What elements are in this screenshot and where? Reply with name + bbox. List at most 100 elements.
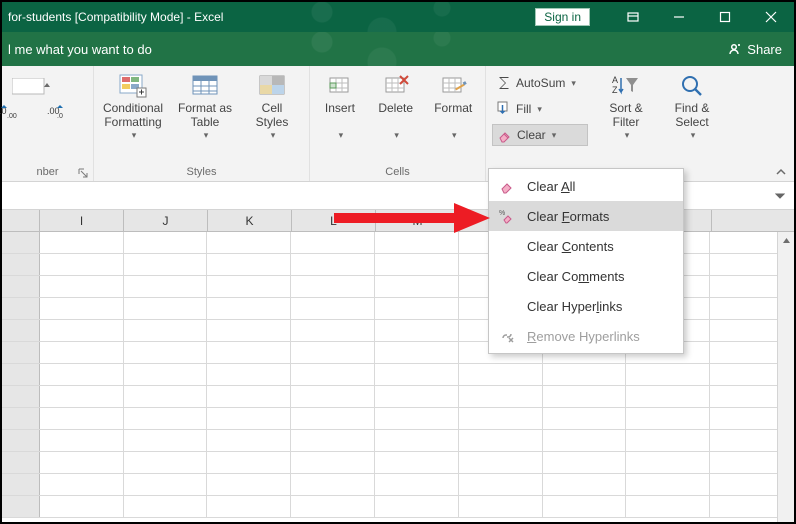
cell[interactable] bbox=[40, 408, 124, 429]
format-as-table-button[interactable]: Format as Table▾ bbox=[172, 70, 238, 140]
cell[interactable] bbox=[459, 452, 543, 473]
column-header[interactable]: K bbox=[208, 210, 292, 231]
cell[interactable] bbox=[291, 276, 375, 297]
share-button[interactable]: Share bbox=[727, 42, 782, 57]
cell[interactable] bbox=[626, 430, 710, 451]
cell[interactable] bbox=[40, 452, 124, 473]
tell-me-prompt[interactable]: l me what you want to do bbox=[8, 42, 152, 57]
cell[interactable] bbox=[543, 430, 627, 451]
cell[interactable] bbox=[207, 298, 291, 319]
cell[interactable] bbox=[124, 386, 208, 407]
cell[interactable] bbox=[40, 298, 124, 319]
cell[interactable] bbox=[124, 430, 208, 451]
clear-menu-item[interactable]: Clear Comments bbox=[489, 261, 683, 291]
clear-menu-item[interactable]: Clear All bbox=[489, 171, 683, 201]
cell[interactable] bbox=[291, 254, 375, 275]
cell[interactable] bbox=[124, 496, 208, 517]
cell[interactable] bbox=[124, 232, 208, 253]
row-header[interactable] bbox=[2, 254, 40, 275]
cell[interactable] bbox=[40, 342, 124, 363]
cell[interactable] bbox=[291, 320, 375, 341]
cell[interactable] bbox=[543, 452, 627, 473]
row-header[interactable] bbox=[2, 496, 40, 517]
cell[interactable] bbox=[459, 408, 543, 429]
cell[interactable] bbox=[124, 474, 208, 495]
number-format-dropdown-icon[interactable] bbox=[12, 78, 52, 96]
cell[interactable] bbox=[626, 452, 710, 473]
delete-cells-button[interactable]: Delete▾ bbox=[370, 70, 422, 140]
cell[interactable] bbox=[375, 298, 459, 319]
decrease-decimal-icon[interactable]: .00.0 bbox=[36, 102, 76, 120]
row-header[interactable] bbox=[2, 298, 40, 319]
cell[interactable] bbox=[40, 276, 124, 297]
cell[interactable] bbox=[626, 408, 710, 429]
sign-in-button[interactable]: Sign in bbox=[535, 8, 590, 26]
cell[interactable] bbox=[459, 474, 543, 495]
scroll-up-button[interactable] bbox=[778, 232, 794, 249]
minimize-button[interactable] bbox=[656, 2, 702, 32]
vertical-scrollbar[interactable] bbox=[777, 232, 794, 522]
insert-cells-button[interactable]: Insert▾ bbox=[316, 70, 364, 140]
cell[interactable] bbox=[459, 364, 543, 385]
close-button[interactable] bbox=[748, 2, 794, 32]
format-cells-button[interactable]: Format▾ bbox=[427, 70, 479, 140]
cell[interactable] bbox=[375, 474, 459, 495]
clear-menu-item[interactable]: %Clear Formats bbox=[489, 201, 683, 231]
maximize-button[interactable] bbox=[702, 2, 748, 32]
cell[interactable] bbox=[207, 254, 291, 275]
cell[interactable] bbox=[124, 276, 208, 297]
row-header[interactable] bbox=[2, 474, 40, 495]
row-header[interactable] bbox=[2, 408, 40, 429]
cell[interactable] bbox=[124, 452, 208, 473]
cell[interactable] bbox=[375, 408, 459, 429]
cell[interactable] bbox=[459, 386, 543, 407]
cell[interactable] bbox=[543, 496, 627, 517]
cell[interactable] bbox=[543, 364, 627, 385]
cell[interactable] bbox=[207, 452, 291, 473]
cell[interactable] bbox=[40, 474, 124, 495]
collapse-ribbon-button[interactable] bbox=[772, 165, 790, 179]
cell[interactable] bbox=[291, 430, 375, 451]
cell[interactable] bbox=[291, 298, 375, 319]
clear-button[interactable]: Clear▾ bbox=[492, 124, 588, 146]
sort-filter-button[interactable]: AZ Sort & Filter▾ bbox=[598, 70, 654, 140]
cell[interactable] bbox=[543, 408, 627, 429]
select-all-corner[interactable] bbox=[2, 210, 40, 231]
number-dialog-launcher[interactable] bbox=[77, 167, 89, 179]
increase-decimal-icon[interactable]: .0.00 bbox=[0, 102, 28, 120]
cell[interactable] bbox=[207, 320, 291, 341]
cell[interactable] bbox=[207, 386, 291, 407]
cell[interactable] bbox=[375, 276, 459, 297]
cell[interactable] bbox=[207, 430, 291, 451]
column-header[interactable]: J bbox=[124, 210, 208, 231]
cell[interactable] bbox=[124, 364, 208, 385]
cell[interactable] bbox=[40, 232, 124, 253]
cell[interactable] bbox=[207, 496, 291, 517]
row-header[interactable] bbox=[2, 232, 40, 253]
cell[interactable] bbox=[124, 298, 208, 319]
cell[interactable] bbox=[375, 386, 459, 407]
cell[interactable] bbox=[40, 430, 124, 451]
cell[interactable] bbox=[375, 430, 459, 451]
cell[interactable] bbox=[375, 452, 459, 473]
column-header[interactable]: I bbox=[40, 210, 124, 231]
cell[interactable] bbox=[291, 452, 375, 473]
cell[interactable] bbox=[40, 386, 124, 407]
cell[interactable] bbox=[40, 320, 124, 341]
row-header[interactable] bbox=[2, 430, 40, 451]
cell[interactable] bbox=[207, 364, 291, 385]
cell[interactable] bbox=[124, 342, 208, 363]
row-header[interactable] bbox=[2, 386, 40, 407]
cell[interactable] bbox=[291, 386, 375, 407]
cell[interactable] bbox=[375, 254, 459, 275]
cell-styles-button[interactable]: Cell Styles▾ bbox=[244, 70, 300, 140]
cell[interactable] bbox=[40, 364, 124, 385]
cell[interactable] bbox=[626, 496, 710, 517]
fill-button[interactable]: Fill▾ bbox=[492, 98, 588, 120]
cell[interactable] bbox=[626, 386, 710, 407]
cell[interactable] bbox=[375, 496, 459, 517]
cell[interactable] bbox=[207, 276, 291, 297]
clear-menu-item[interactable]: Clear Hyperlinks bbox=[489, 291, 683, 321]
cell[interactable] bbox=[291, 496, 375, 517]
cell[interactable] bbox=[375, 320, 459, 341]
